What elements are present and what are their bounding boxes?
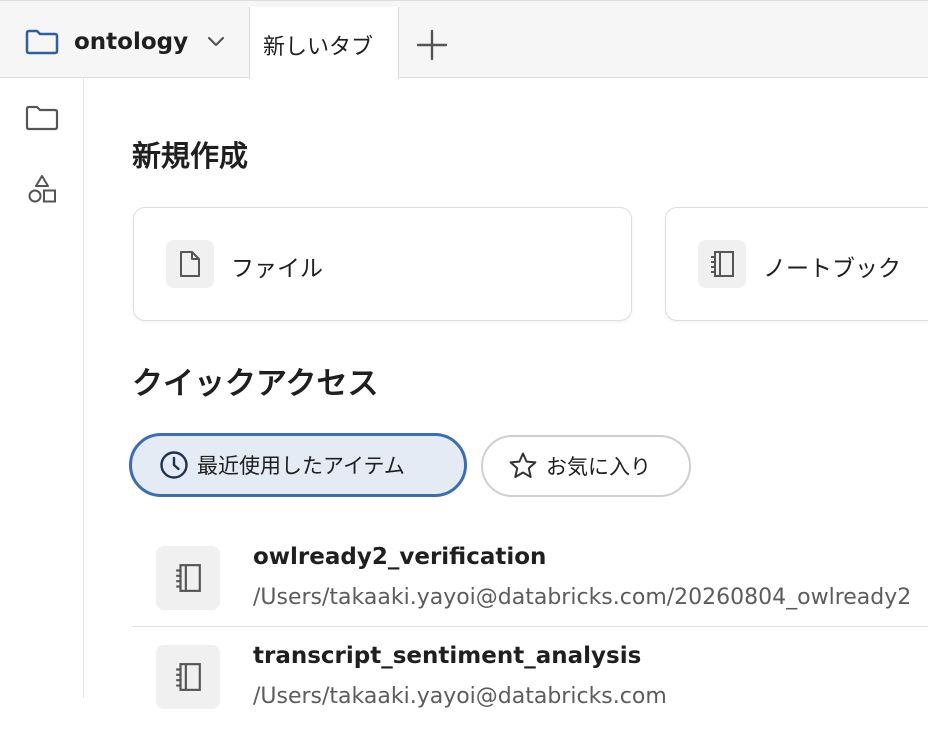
card-label: ノートブック	[763, 256, 901, 282]
item-title: transcript_sentiment_analysis	[253, 643, 642, 669]
item-path: /Users/takaaki.yayoi@databricks.com	[253, 684, 667, 709]
notebook-icon	[156, 546, 220, 610]
workspace-name: ontology	[74, 29, 189, 55]
item-title: owlready2_verification	[253, 544, 547, 570]
tab-new-tab[interactable]: 新しいタブ	[249, 7, 399, 79]
chevron-down-icon[interactable]	[206, 34, 226, 53]
workspace-tab[interactable]: ontology	[0, 7, 249, 78]
divider	[132, 626, 928, 627]
filter-recent-button[interactable]: 最近使用したアイテム	[129, 433, 467, 497]
shapes-icon[interactable]	[27, 174, 57, 208]
folder-icon[interactable]	[25, 105, 59, 135]
list-item[interactable]: transcript_sentiment_analysis /Users/tak…	[132, 635, 928, 735]
star-icon	[508, 451, 538, 481]
filter-label: 最近使用したアイテム	[197, 454, 405, 478]
plus-icon[interactable]	[416, 29, 448, 65]
notebook-icon	[698, 240, 746, 288]
notebook-icon	[156, 645, 220, 709]
create-file-card[interactable]: ファイル	[133, 207, 632, 321]
create-notebook-card[interactable]: ノートブック	[665, 207, 928, 321]
section-heading-create: 新規作成	[132, 139, 249, 173]
section-heading-quick-access: クイックアクセス	[132, 366, 379, 402]
clock-icon	[159, 450, 189, 480]
file-icon	[166, 240, 214, 288]
filter-favorites-button[interactable]: お気に入り	[481, 435, 691, 497]
filter-label: お気に入り	[546, 455, 651, 479]
sidebar	[0, 78, 84, 698]
tab-bar: ontology 新しいタブ	[0, 0, 928, 79]
list-item[interactable]: owlready2_verification /Users/takaaki.ya…	[132, 536, 928, 636]
tab-label: 新しいタブ	[263, 35, 374, 60]
card-label: ファイル	[231, 256, 323, 282]
folder-icon	[25, 29, 59, 59]
item-path: /Users/takaaki.yayoi@databricks.com/2026…	[253, 585, 912, 610]
main-content: 新規作成 ファイル ノートブック クイックアクセス 最近使用したアイテム お気に…	[85, 78, 928, 709]
